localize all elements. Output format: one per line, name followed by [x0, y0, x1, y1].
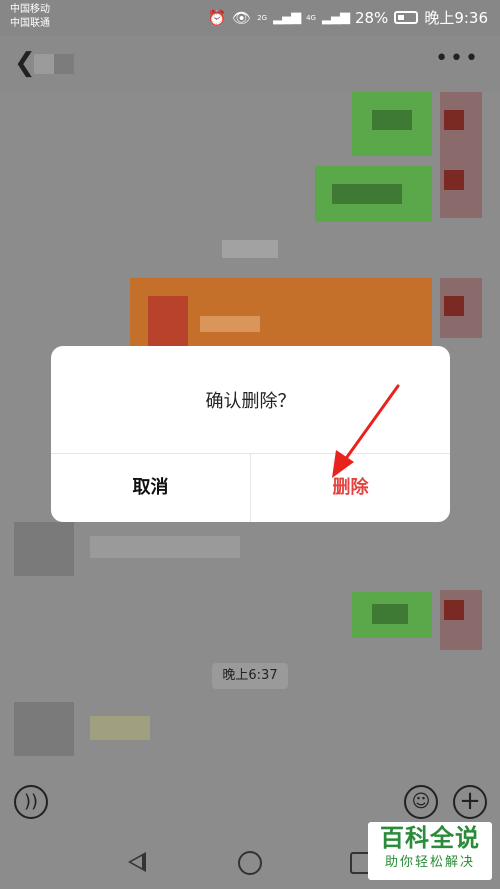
battery-percent: 28% [354, 8, 389, 27]
message-bubble-mosaic [90, 536, 240, 558]
avatar-mosaic [444, 296, 464, 316]
network-label-2: 4G [306, 13, 316, 22]
avatar-mosaic [440, 590, 482, 650]
eye-icon: 👁 [232, 8, 252, 27]
status-bar: 中国移动 中国联通 ⏰ 👁 2G ▂▄▆ 4G ▂▄▆ 28% 晚上9:36 [0, 0, 500, 36]
card-message-mosaic [200, 316, 260, 332]
signal-icon-2: ▂▄▆ [321, 10, 350, 25]
card-message-mosaic [148, 296, 188, 348]
watermark-subtitle: 助你轻松解决 [384, 855, 475, 870]
message-bubble-mosaic [90, 716, 150, 740]
emoji-icon[interactable]: ☺ [404, 785, 438, 819]
signal-icon: ▂▄▆ [273, 10, 301, 25]
watermark-logo: 百科全说 助你轻松解决 [368, 822, 492, 880]
nav-home-icon[interactable] [238, 851, 262, 875]
battery-icon [394, 11, 419, 24]
clock: 晚上9:36 [424, 9, 488, 27]
message-bubble-mosaic [372, 110, 412, 130]
contact-name-mosaic [34, 54, 74, 74]
cancel-button[interactable]: 取消 [51, 454, 250, 522]
chat-header: ❮ ••• [0, 36, 500, 92]
carrier-1: 中国移动 [10, 4, 50, 15]
network-label-1: 2G [257, 13, 268, 22]
system-text-mosaic [222, 240, 278, 258]
nav-back-icon[interactable] [128, 852, 146, 872]
message-bubble-mosaic [372, 604, 408, 624]
message-bubble-mosaic [14, 702, 74, 756]
message-bubble-mosaic [14, 522, 74, 576]
voice-input-icon[interactable]: )) [14, 785, 48, 819]
message-timestamp: 晚上6:37 [212, 663, 288, 689]
alarm-icon: ⏰ [207, 8, 227, 27]
more-options-icon[interactable]: ••• [435, 46, 480, 71]
status-icons: ⏰ 👁 2G ▂▄▆ 4G ▂▄▆ 28% 晚上9:36 [207, 7, 488, 28]
avatar-mosaic [444, 110, 464, 130]
carrier-2: 中国联通 [10, 18, 50, 29]
watermark-title: 百科全说 [380, 824, 480, 852]
plus-icon[interactable]: + [453, 785, 487, 819]
annotation-arrow-icon [332, 384, 400, 478]
avatar-mosaic [444, 600, 464, 620]
message-bubble-mosaic [332, 184, 402, 204]
avatar-mosaic [444, 170, 464, 190]
carrier-info: 中国移动 中国联通 [10, 3, 50, 31]
